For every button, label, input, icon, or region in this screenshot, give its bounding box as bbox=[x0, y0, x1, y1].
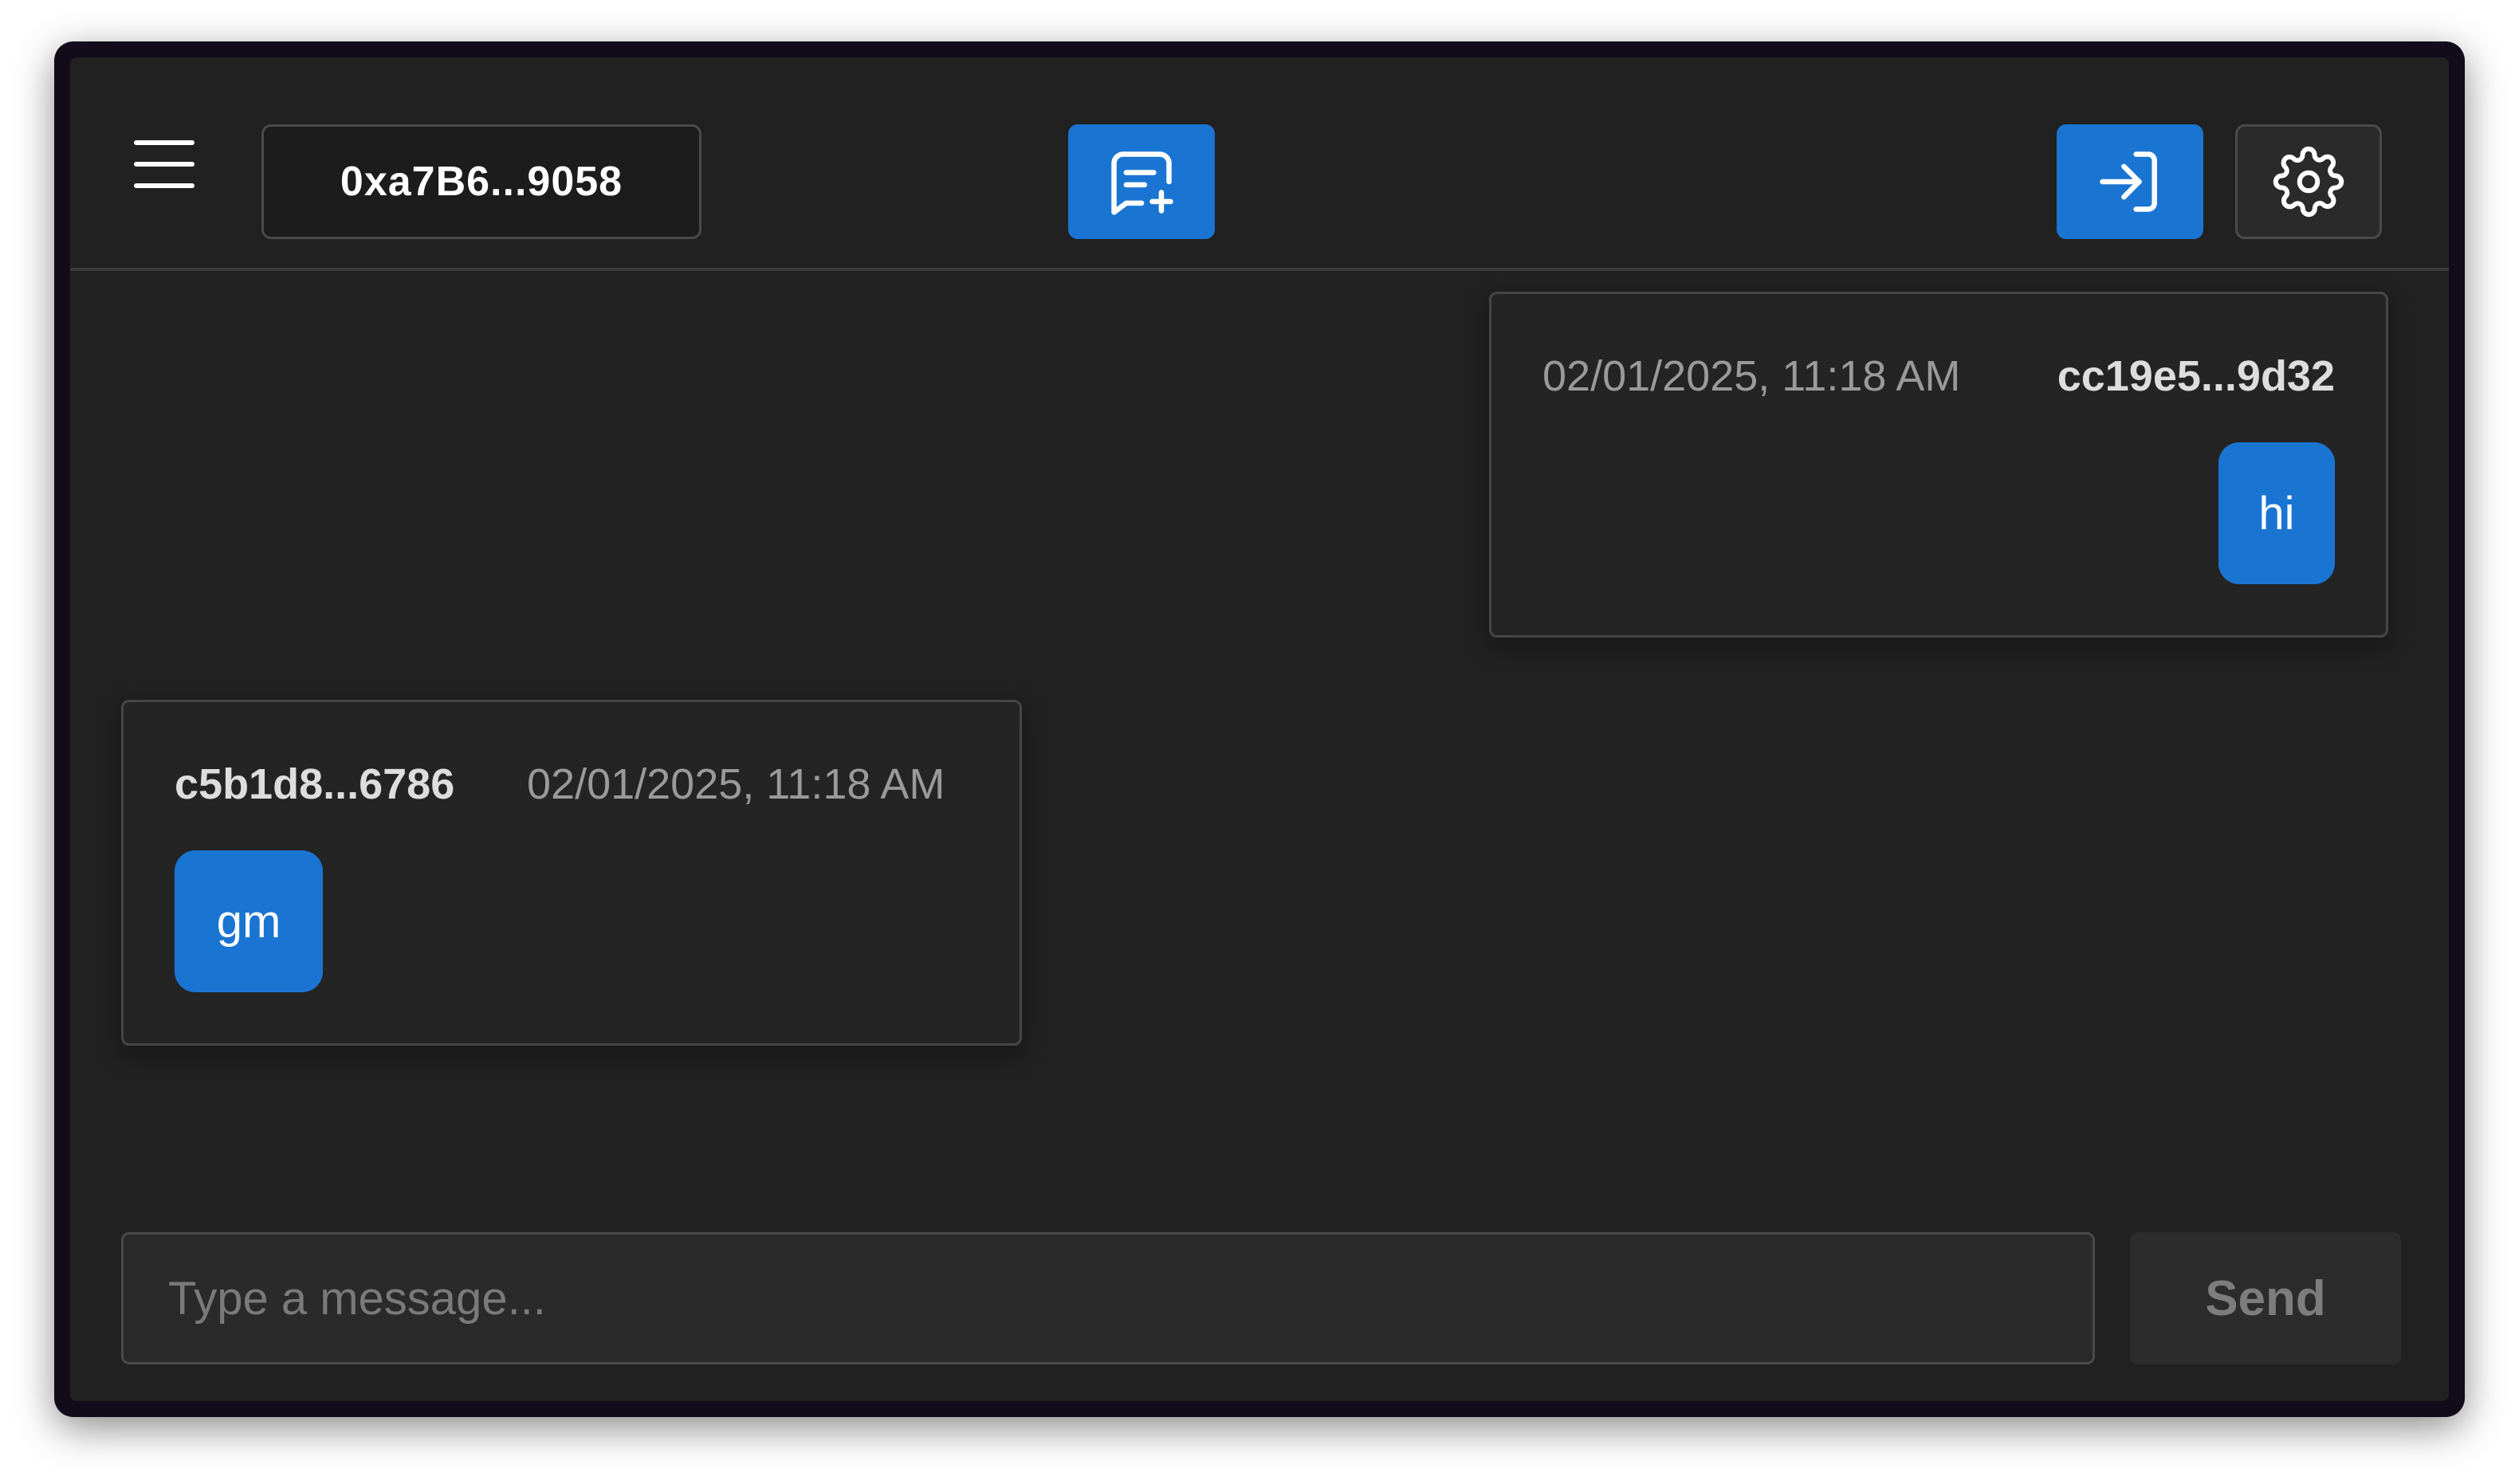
chat-app: 0xa7B6...9058 02/01/2025, 11:18 AM cc19e… bbox=[70, 57, 2449, 1401]
message-bubble: gm bbox=[175, 850, 323, 992]
wallet-address-button[interactable]: 0xa7B6...9058 bbox=[261, 124, 701, 239]
send-button[interactable]: Send bbox=[2130, 1232, 2401, 1364]
sign-in-icon bbox=[2100, 151, 2157, 212]
gear-icon bbox=[2273, 146, 2344, 218]
message-sender: cc19e5...9d32 bbox=[2057, 352, 2335, 400]
message-bubble: hi bbox=[2218, 442, 2335, 584]
settings-button[interactable] bbox=[2235, 124, 2382, 239]
message-card-outgoing: 02/01/2025, 11:18 AM cc19e5...9d32 hi bbox=[1489, 292, 2388, 638]
message-sender: c5b1d8...6786 bbox=[175, 760, 455, 808]
login-button[interactable] bbox=[2057, 124, 2203, 239]
message-input[interactable] bbox=[121, 1232, 2095, 1364]
hamburger-menu-icon[interactable] bbox=[134, 140, 195, 188]
app-window: 0xa7B6...9058 02/01/2025, 11:18 AM cc19e… bbox=[54, 41, 2465, 1417]
top-bar: 0xa7B6...9058 bbox=[70, 57, 2449, 271]
message-timestamp: 02/01/2025, 11:18 AM bbox=[527, 760, 945, 808]
message-card-incoming: c5b1d8...6786 02/01/2025, 11:18 AM gm bbox=[121, 700, 1022, 1046]
message-plus-icon bbox=[1111, 151, 1173, 215]
message-timestamp: 02/01/2025, 11:18 AM bbox=[1542, 352, 1961, 400]
new-conversation-button[interactable] bbox=[1068, 124, 1215, 239]
